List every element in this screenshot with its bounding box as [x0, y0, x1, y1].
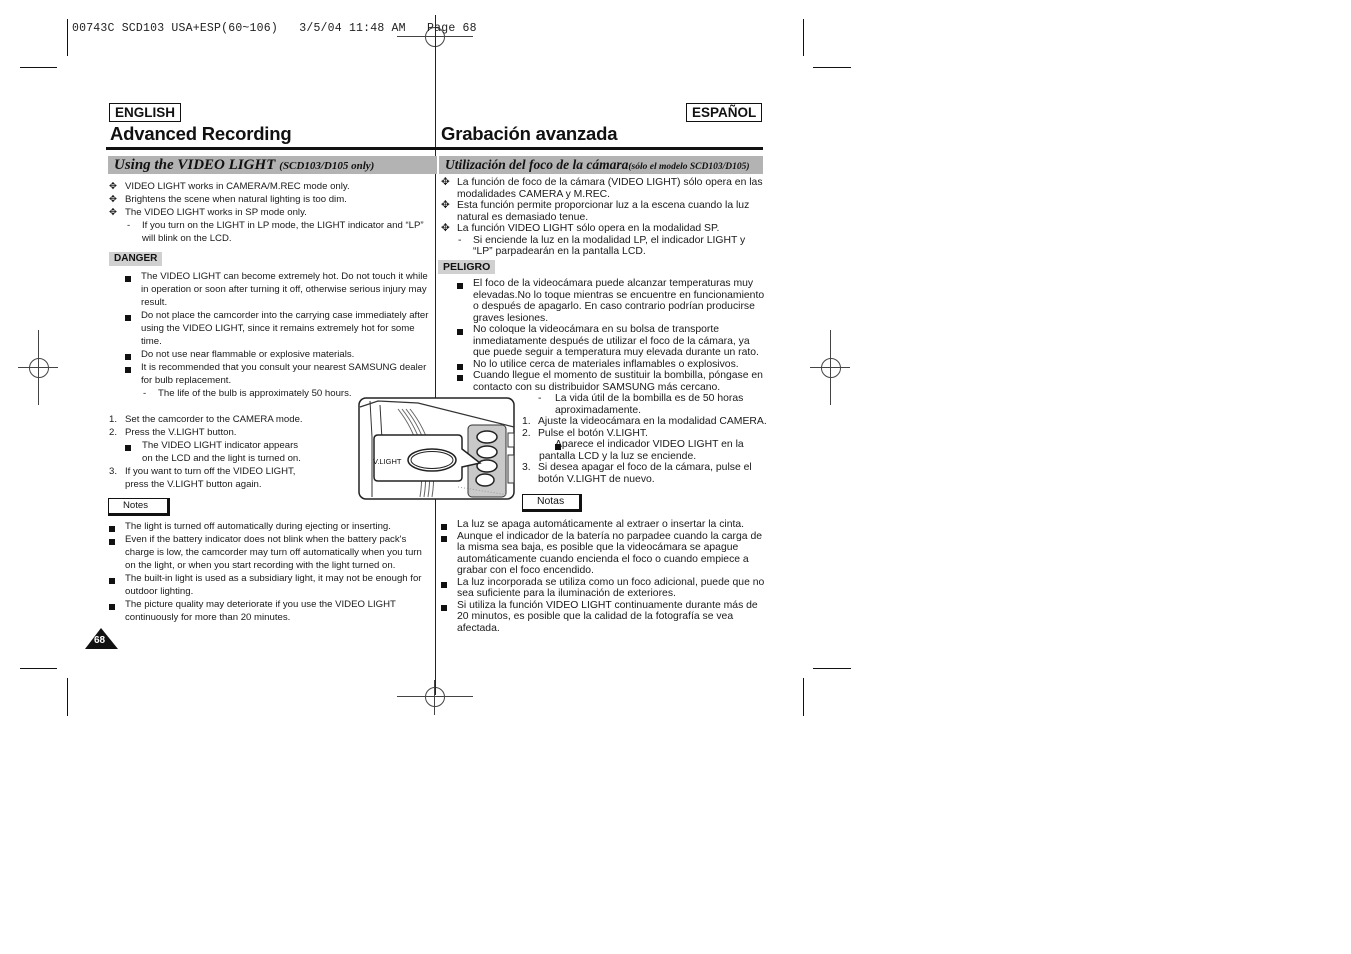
- section-heading-english: Using the VIDEO LIGHT (SCD103/D105 only): [108, 156, 437, 174]
- square-bullet-icon: [441, 534, 447, 546]
- list-item: The VIDEO LIGHT can become extremely hot…: [125, 270, 431, 309]
- section-heading-spanish: Utilización del foco de la cámara (sólo …: [439, 156, 763, 174]
- step-sub-item: The VIDEO LIGHT indicator appears on the…: [109, 439, 309, 465]
- list-item: ✥ VIDEO LIGHT works in CAMERA/M.REC mode …: [109, 181, 350, 192]
- registration-mark-left: [18, 330, 60, 406]
- square-bullet-icon: [457, 373, 463, 385]
- step-item: 3. If you want to turn off the VIDEO LIGH…: [109, 466, 296, 490]
- language-label-english: ENGLISH: [109, 103, 182, 122]
- step-item: 1. Ajuste la videocámara en la modalidad …: [522, 416, 767, 427]
- list-item: It is recommended that you consult your …: [125, 361, 431, 387]
- dash-bullet-icon: -: [458, 234, 462, 246]
- list-item: Do not use near flammable or explosive m…: [125, 348, 431, 361]
- square-bullet-icon: [109, 536, 115, 549]
- vlight-button-callout-label: V.LIGHT: [373, 457, 402, 466]
- page-number-badge: 68: [85, 628, 118, 650]
- cross-bullet-icon: ✥: [109, 194, 118, 205]
- language-label-spanish: ESPAÑOL: [686, 103, 763, 122]
- page-title-spanish: Grabación avanzada: [441, 123, 618, 144]
- list-item: ✥ La función VIDEO LIGHT sólo opera en la…: [441, 223, 720, 234]
- crop-mark-top-right-v: [803, 19, 804, 56]
- dash-bullet-icon: -: [538, 393, 542, 404]
- cross-bullet-icon: ✥: [109, 181, 118, 192]
- section-heading-main: Utilización del foco de la cámara: [445, 157, 629, 172]
- square-bullet-icon: [109, 601, 115, 614]
- list-item: ✥ Brightens the scene when natural lighti…: [109, 194, 347, 205]
- list-sub-item: - Si enciende la luz en la modalidad LP, …: [458, 234, 746, 258]
- camcorder-vlight-button-illustration: [358, 397, 515, 500]
- step-item: 2. Press the V.LIGHT button.: [109, 427, 237, 438]
- feature-list-spanish: ✥ La función de foco de la cámara (VIDEO …: [441, 177, 767, 258]
- danger-label: DANGER: [109, 252, 163, 266]
- list-sub-item: - La vida útil de la bombilla es de 50 ho…: [538, 393, 744, 416]
- section-heading-main: Using the VIDEO LIGHT: [114, 157, 276, 173]
- square-bullet-icon: [125, 364, 131, 377]
- list-item: Aunque el indicador de la batería no par…: [441, 531, 767, 577]
- page-title-english: Advanced Recording: [110, 123, 292, 144]
- notes-label-english: Notes: [108, 498, 170, 516]
- list-item: ✥ The VIDEO LIGHT works in SP mode only.: [109, 207, 307, 218]
- square-bullet-icon: [109, 575, 115, 588]
- dash-bullet-icon: -: [127, 220, 131, 231]
- list-item: Si utiliza la función VIDEO LIGHT contin…: [441, 600, 767, 635]
- danger-list-english: The VIDEO LIGHT can become extremely hot…: [125, 270, 431, 400]
- notes-list-english: The light is turned off automatically du…: [109, 520, 427, 624]
- list-item: The built-in light is used as a subsidia…: [109, 572, 427, 598]
- feature-list-english: ✥ VIDEO LIGHT works in CAMERA/M.REC mode …: [109, 180, 434, 245]
- title-rule-english: [106, 147, 436, 150]
- page-number: 68: [94, 635, 106, 646]
- list-item: ✥ Esta función permite proporcionar luz a…: [441, 200, 750, 223]
- print-slug: 00743C SCD103 USA+ESP(60~106) 3/5/04 11:…: [72, 22, 477, 35]
- list-item: The picture quality may deteriorate if y…: [109, 598, 427, 624]
- danger-list-spanish: El foco de la videocámara puede alcanzar…: [457, 278, 769, 393]
- list-item: ✥ La función de foco de la cámara (VIDEO …: [441, 177, 763, 200]
- list-item: La luz se apaga automáticamente al extra…: [441, 519, 767, 531]
- square-bullet-icon: [125, 273, 131, 286]
- dash-bullet-icon: -: [143, 388, 147, 399]
- square-bullet-icon: [457, 327, 463, 339]
- crop-mark-bottom-right-h: [813, 668, 851, 669]
- list-sub-item: - If you turn on the LIGHT in LP mode, th…: [127, 220, 424, 244]
- list-item: La luz incorporada se utiliza como un fo…: [441, 577, 767, 600]
- title-rule-spanish: [436, 147, 763, 150]
- square-bullet-icon: [539, 442, 561, 454]
- cross-bullet-icon: ✥: [441, 223, 450, 234]
- cross-bullet-icon: ✥: [441, 177, 450, 188]
- step-item: 3. Si desea apagar el foco de la cámara, …: [522, 462, 752, 485]
- camcorder-illustration: V.LIGHT: [358, 397, 515, 500]
- square-bullet-icon: [125, 312, 131, 325]
- notes-label-spanish: Notas: [522, 494, 582, 512]
- crop-mark-bottom-left-h: [20, 668, 57, 669]
- steps-list-spanish: 1. Ajuste la videocámara en la modalidad …: [522, 416, 770, 485]
- section-heading-sub: (sólo el modelo SCD103/D105): [628, 162, 750, 172]
- list-item: No lo utilice cerca de materiales inflam…: [457, 359, 769, 371]
- square-bullet-icon: [441, 603, 447, 615]
- steps-list-english: 1. Set the camcorder to the CAMERA mode. …: [109, 413, 309, 491]
- crop-mark-top-left-h: [20, 67, 57, 68]
- list-item: Cuando llegue el momento de sustituir la…: [457, 370, 769, 393]
- crop-mark-bottom-left-v: [67, 678, 68, 716]
- registration-mark-right: [810, 330, 852, 406]
- crop-mark-top-right-h: [813, 67, 851, 68]
- section-heading-sub: (SCD103/D105 only): [279, 160, 375, 172]
- danger-label: PELIGRO: [438, 260, 496, 274]
- cross-bullet-icon: ✥: [109, 207, 118, 218]
- step-sub-item: Aparece el indicador VIDEO LIGHT en la p…: [539, 439, 744, 462]
- square-bullet-icon: [441, 580, 447, 592]
- square-bullet-icon: [125, 442, 131, 455]
- list-item: The light is turned off automatically du…: [109, 520, 427, 533]
- crop-mark-bottom-right-v: [803, 678, 804, 716]
- notes-list-spanish: La luz se apaga automáticamente al extra…: [441, 519, 767, 634]
- step-item: 2. Pulse el botón V.LIGHT.: [522, 427, 648, 439]
- step-item: 1. Set the camcorder to the CAMERA mode.: [109, 414, 303, 425]
- list-item: Do not place the camcorder into the carr…: [125, 309, 431, 348]
- danger-sub-spanish: - La vida útil de la bombilla es de 50 ho…: [538, 393, 758, 416]
- list-item: No coloque la videocámara en su bolsa de…: [457, 324, 769, 359]
- center-divider: [435, 15, 436, 695]
- list-item: Even if the battery indicator does not b…: [109, 533, 427, 572]
- list-item: El foco de la videocámara puede alcanzar…: [457, 278, 769, 324]
- crop-mark-top-left-v: [67, 19, 68, 56]
- square-bullet-icon: [457, 281, 463, 293]
- cross-bullet-icon: ✥: [441, 200, 450, 211]
